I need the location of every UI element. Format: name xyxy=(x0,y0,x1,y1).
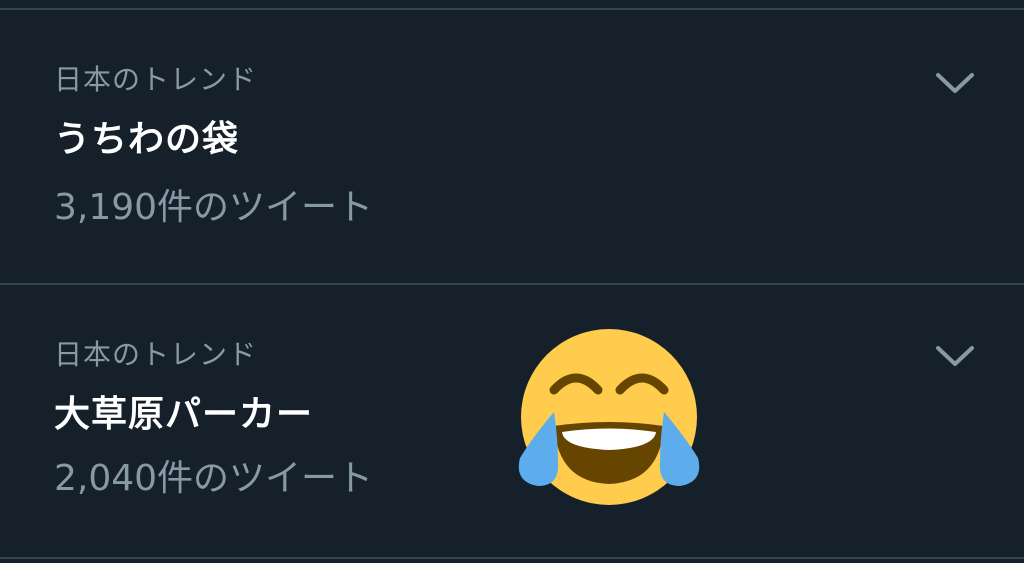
trend-name: うちわの袋 xyxy=(54,119,240,160)
face-with-tears-of-joy-icon xyxy=(514,322,704,512)
trend-item[interactable]: 日本のトレンド 大草原パーカー 2,040件のツイート xyxy=(0,285,1024,557)
divider xyxy=(0,557,1024,559)
trend-name: 大草原パーカー xyxy=(54,394,314,435)
chevron-down-icon[interactable] xyxy=(934,343,976,369)
trend-tweet-count: 2,040件のツイート xyxy=(54,458,374,499)
chevron-down-icon[interactable] xyxy=(934,70,976,96)
trend-item[interactable]: 日本のトレンド うちわの袋 3,190件のツイート xyxy=(0,10,1024,283)
trend-context: 日本のトレンド xyxy=(54,63,258,96)
trend-context: 日本のトレンド xyxy=(54,338,258,371)
trends-list: 日本のトレンド うちわの袋 3,190件のツイート 日本のトレンド 大草原パーカ… xyxy=(0,0,1024,563)
trend-tweet-count: 3,190件のツイート xyxy=(54,187,374,228)
